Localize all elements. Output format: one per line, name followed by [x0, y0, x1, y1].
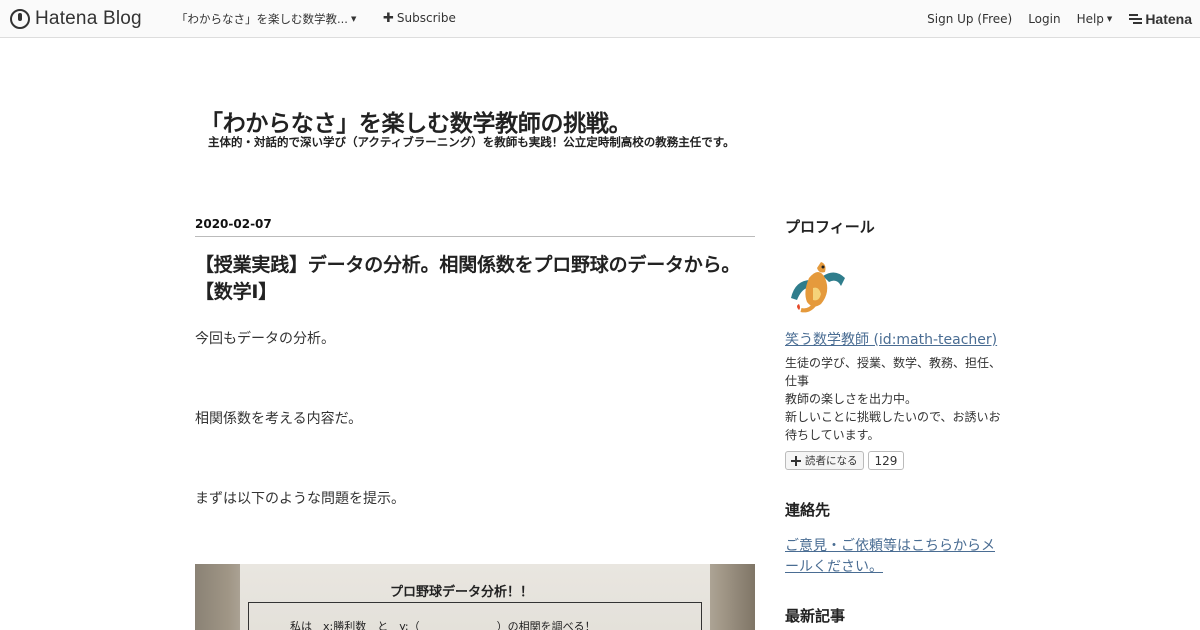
header-right-nav: Sign Up (Free) Login Help ▼ Hatena — [911, 11, 1192, 27]
caret-down-icon: ▼ — [350, 15, 357, 23]
photo-worksheet: プロ野球データ分析！！ 私は x:勝利数 と y:（ ）の相関を調べる！ — [240, 564, 710, 630]
logo-text: Hatena Blog — [35, 8, 142, 29]
subscribe-label: Subscribe — [396, 11, 456, 25]
profile-description: 生徒の学び、授業、数学、教務、担任、 仕事 教師の楽しさを出力中。 新しいことに… — [785, 354, 1005, 444]
entry-paragraph: まずは以下のような問題を提示。 — [195, 491, 405, 507]
profile-heading: プロフィール — [785, 218, 875, 236]
profile-name-link[interactable]: 笑う数学教師 (id:math-teacher) — [785, 329, 997, 349]
plus-icon — [791, 455, 801, 466]
profile-desc-line: 仕事 — [785, 374, 810, 388]
help-menu[interactable]: Help ▼ — [1077, 12, 1113, 26]
entry-photo[interactable]: プロ野球データ分析！！ 私は x:勝利数 と y:（ ）の相関を調べる！ — [195, 564, 755, 630]
hatena-blog-logo-icon — [10, 9, 30, 29]
entry-date[interactable]: 2020-02-07 — [195, 217, 272, 231]
hatena-blog-logo[interactable]: Hatena Blog — [10, 8, 142, 30]
dragon-avatar-icon — [791, 262, 845, 313]
blog-name-menu[interactable]: 「わからなさ」を楽しむ数学教... ▼ — [176, 11, 356, 27]
hatena-logo-text: Hatena — [1145, 11, 1192, 27]
profile-desc-line: 教師の楽しさを出力中。 — [785, 392, 918, 406]
plus-icon: ✚ — [383, 11, 394, 26]
help-label: Help — [1076, 12, 1104, 26]
contact-link-line: ールください。 — [785, 559, 883, 575]
contact-link-line: ご意見・ご依頼等はこちらからメ — [785, 538, 995, 554]
hatena-mark-icon — [1129, 12, 1143, 26]
entry-divider — [195, 236, 755, 237]
entry-title[interactable]: 【授業実践】データの分析。相関係数をプロ野球のデータから。【数学Ⅰ】 — [195, 252, 755, 306]
contact-heading: 連絡先 — [785, 501, 831, 519]
become-reader-button[interactable]: 読者になる — [785, 451, 864, 470]
recent-entries-heading: 最新記事 — [785, 607, 846, 625]
reader-subscribe: 読者になる 129 — [785, 451, 905, 470]
contact-link[interactable]: ご意見・ご依頼等はこちらからメ ールください。 — [785, 536, 1010, 578]
blog-title[interactable]: 「わからなさ」を楽しむ数学教師の挑戦。 — [200, 104, 632, 138]
entry-paragraph: 相関係数を考える内容だ。 — [195, 411, 363, 427]
profile-desc-line: 新しいことに挑戦したいので、お誘いお — [785, 410, 1001, 424]
profile-avatar[interactable] — [785, 258, 849, 316]
subscribe-button[interactable]: ✚ Subscribe — [383, 11, 456, 26]
blog-name-label: 「わからなさ」を楽しむ数学教... — [176, 12, 348, 26]
become-reader-label: 読者になる — [805, 455, 858, 467]
global-header: Hatena Blog 「わからなさ」を楽しむ数学教... ▼ ✚ Subscrib… — [0, 0, 1200, 38]
photo-heading: プロ野球データ分析！！ — [390, 585, 534, 600]
photo-text-line: 私は x:勝利数 と y:（ ）の相関を調べる！ — [290, 620, 596, 630]
reader-count[interactable]: 129 — [867, 451, 905, 470]
hatena-logo[interactable]: Hatena — [1129, 11, 1192, 27]
blog-description: 主体的・対話的で深い学び（アクティブラーニング）を教師も実践！公立定時制高校の教… — [208, 135, 735, 149]
profile-desc-line: 生徒の学び、授業、数学、教務、担任、 — [785, 356, 1002, 370]
signup-link[interactable]: Sign Up (Free) — [927, 12, 1012, 26]
caret-down-icon: ▼ — [1106, 15, 1113, 23]
entry-paragraph: 今回もデータの分析。 — [195, 331, 335, 347]
login-link[interactable]: Login — [1028, 12, 1060, 26]
profile-desc-line: 待ちしています。 — [785, 428, 880, 442]
